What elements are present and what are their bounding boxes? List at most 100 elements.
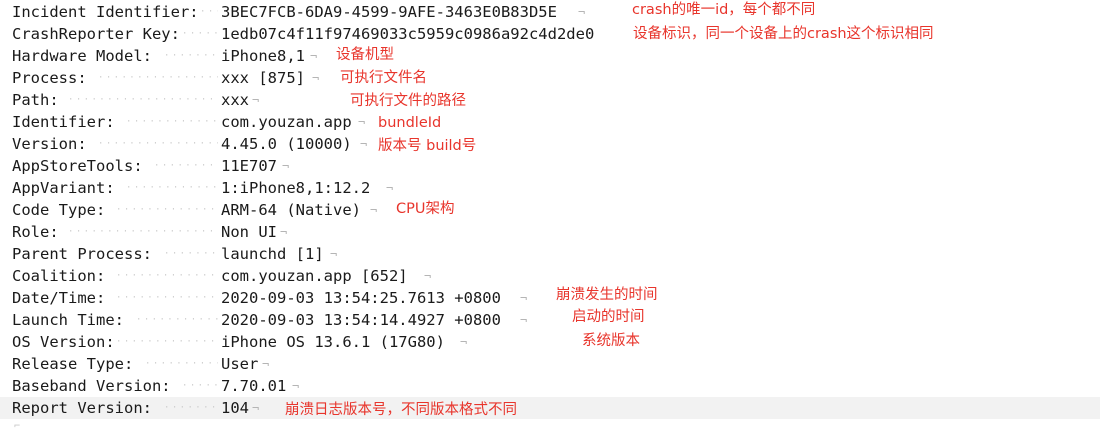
pilcrow-mark: ¬ (312, 71, 320, 85)
annotation-version: 版本号 build号 (378, 138, 477, 154)
pilcrow-mark: ¬ (520, 291, 528, 305)
tab-dots: ·················· (136, 315, 218, 325)
tab-dots: ················ (145, 359, 218, 369)
annotation-incident-id: crash的唯一id，每个都不同 (632, 2, 816, 18)
tab-dots: ············ (164, 249, 218, 259)
log-line-role: Role: ································· … (0, 221, 1100, 243)
annotation-crash-reporter-key: 设备标识，同一个设备上的crash这个标识相同 (633, 26, 934, 42)
tab-dots: ···················· (126, 117, 218, 127)
log-line-baseband-version: Baseband Version: ········ 7.70.01 ¬ (0, 375, 1100, 397)
pilcrow-mark: ¬ (262, 357, 270, 371)
log-line-hardware-model: Hardware Model: ············ iPhone8,1 ¬ (0, 45, 1100, 67)
log-line-identifier: Identifier: ···················· com.you… (0, 111, 1100, 133)
pilcrow-mark: ¬ (282, 159, 290, 173)
tab-dots: ·························· (98, 73, 218, 83)
annotation-hardware-model: 设备机型 (336, 47, 394, 63)
field-key: Date/Time: (12, 289, 106, 307)
pilcrow-mark: ¬ (370, 203, 378, 217)
pilcrow-mark: ¬ (520, 313, 528, 327)
pilcrow-mark: ¬ (386, 181, 394, 195)
log-line-os-version: OS Version: ······················ iPhon… (0, 331, 1100, 353)
field-value: launchd [1] (221, 245, 324, 263)
tab-dots: ·························· (98, 139, 218, 149)
field-key: Parent Process: (12, 245, 152, 263)
pilcrow-mark: ¬ (280, 225, 288, 239)
field-key: Process: (12, 69, 87, 87)
pilcrow-mark: ¬ (578, 5, 586, 19)
annotation-identifier: bundleId (378, 115, 442, 131)
field-value: com.youzan.app [652] (221, 267, 408, 285)
field-key: AppVariant: (12, 179, 115, 197)
field-key: Code Type: (12, 201, 106, 219)
log-line-coalition: Coalition: ······················ com.yo… (0, 265, 1100, 287)
log-line-appvariant: AppVariant: ···················· 1:iPhon… (0, 177, 1100, 199)
pilcrow-mark: ¬ (252, 401, 260, 415)
log-line-process: Process: ·························· xxx … (0, 67, 1100, 89)
log-line-appstoretools: AppStoreTools: ·············· 11E707 ¬ (0, 155, 1100, 177)
field-key: Hardware Model: (12, 47, 152, 65)
field-key: Report Version: (12, 399, 152, 417)
pilcrow-mark: ¬ (310, 49, 318, 63)
log-line-code-type: Code Type: ······················ ARM-64… (0, 199, 1100, 221)
log-line-report-version: Report Version: ············ 104 ¬ (0, 397, 1100, 419)
tab-dots: ······················ (116, 205, 218, 215)
field-key: Path: (12, 91, 59, 109)
annotation-launch-time: 启动的时间 (572, 309, 645, 325)
annotation-report-version: 崩溃日志版本号，不同版本格式不同 (285, 402, 517, 418)
field-value: iPhone8,1 (221, 47, 305, 65)
field-value: 3BEC7FCB-6DA9-4599-9AFE-3463E0B83D5E (221, 3, 557, 21)
field-key: Identifier: (12, 113, 115, 131)
tab-dots: ····· (200, 7, 218, 17)
tab-dots: ········ (182, 29, 218, 39)
field-key: Baseband Version: (12, 377, 171, 395)
field-key: Release Type: (12, 355, 134, 373)
pilcrow-mark: ¬ (460, 335, 468, 349)
log-line-parent-process: Parent Process: ············ launchd [1]… (0, 243, 1100, 265)
field-value: 11E707 (221, 157, 277, 175)
end-of-text-mark: ⌐ (14, 421, 21, 432)
pilcrow-mark: ¬ (330, 247, 338, 261)
field-value: 2020-09-03 13:54:14.4927 +0800 (221, 311, 501, 329)
field-key: Launch Time: (12, 311, 124, 329)
field-key: Coalition: (12, 267, 106, 285)
tab-dots: ···················· (126, 183, 218, 193)
tab-dots: ······················ (116, 271, 218, 281)
log-line-crashreporter-key: CrashReporter Key: ········ 1edb07c4f11f… (0, 23, 1100, 45)
tab-dots: ·············· (154, 161, 218, 171)
tab-dots: ······················ (116, 337, 218, 347)
log-line-date-time: Date/Time: ······················ 2020-0… (0, 287, 1100, 309)
tab-dots: ············ (164, 403, 218, 413)
field-key: Role: (12, 223, 59, 241)
field-key: Version: (12, 135, 87, 153)
log-line-version: Version: ·························· 4.45… (0, 133, 1100, 155)
pilcrow-mark: ¬ (424, 269, 432, 283)
pilcrow-mark: ¬ (358, 115, 366, 129)
annotation-process: 可执行文件名 (340, 70, 427, 86)
annotation-path: 可执行文件的路径 (350, 93, 466, 109)
field-value: User (221, 355, 259, 373)
field-value: 104 (221, 399, 249, 417)
tab-dots: ············ (164, 51, 218, 61)
pilcrow-mark: ¬ (252, 93, 260, 107)
field-value: 2020-09-03 13:54:25.7613 +0800 (221, 289, 501, 307)
field-value: Non UI (221, 223, 277, 241)
field-value: xxx (221, 91, 249, 109)
field-key: CrashReporter Key: (12, 25, 180, 43)
tab-dots: ········ (182, 381, 218, 391)
tab-dots: ································· (68, 95, 218, 105)
crash-log-header: Incident Identifier: ····· 3BEC7FCB-6DA9… (0, 0, 1100, 434)
field-value: 1edb07c4f11f97469033c5959c0986a92c4d2de0 (221, 25, 595, 43)
tab-dots: ······················ (116, 293, 218, 303)
log-line-launch-time: Launch Time: ·················· 2020-09-… (0, 309, 1100, 331)
pilcrow-mark: ¬ (292, 379, 300, 393)
log-line-path: Path: ································· … (0, 89, 1100, 111)
field-value: 1:iPhone8,1:12.2 (221, 179, 371, 197)
tab-dots: ································· (68, 227, 218, 237)
field-key: AppStoreTools: (12, 157, 143, 175)
field-value: iPhone OS 13.6.1 (17G80) (221, 333, 445, 351)
field-value: xxx [875] (221, 69, 305, 87)
field-value: ARM-64 (Native) (221, 201, 361, 219)
annotation-code-type: CPU架构 (396, 201, 455, 217)
field-value: 4.45.0 (10000) (221, 135, 352, 153)
annotation-date-time: 崩溃发生的时间 (556, 287, 658, 303)
